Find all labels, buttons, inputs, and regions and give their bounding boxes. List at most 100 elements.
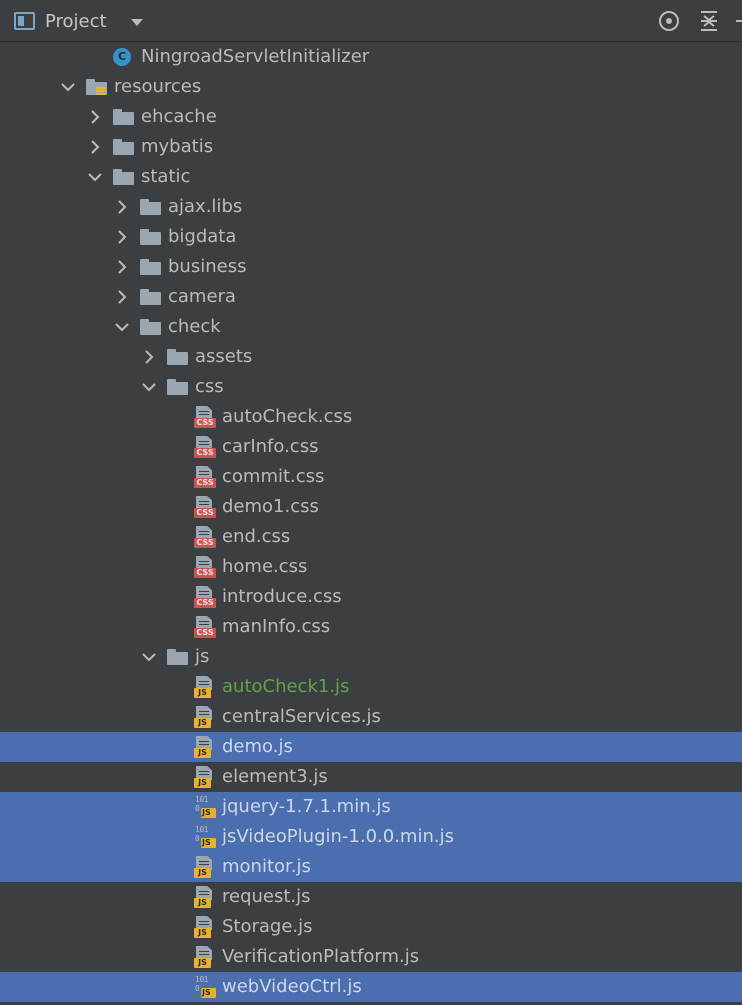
tree-item-label: NingroadServletInitializer — [141, 46, 370, 67]
folder-icon — [140, 199, 161, 215]
options-menu-icon[interactable] — [734, 9, 742, 33]
tree-row[interactable]: JS centralServices.js — [0, 702, 742, 732]
tree-item-label: home.css — [222, 556, 308, 577]
chevron-down-icon[interactable] — [141, 379, 157, 395]
project-view-selector[interactable]: Project — [14, 9, 143, 33]
tree-row[interactable]: CSS demo1.css — [0, 492, 742, 522]
folder-icon — [167, 349, 188, 365]
tree-item-label: demo.js — [222, 736, 293, 757]
tree-row[interactable]: CSS introduce.css — [0, 582, 742, 612]
tree-row[interactable]: JS VerificationPlatform.js — [0, 942, 742, 972]
tree-row[interactable]: static — [0, 162, 742, 192]
tree-row[interactable]: business — [0, 252, 742, 282]
folder-icon — [113, 169, 134, 185]
css-file-icon: CSS — [194, 496, 216, 518]
tree-row[interactable]: mybatis — [0, 132, 742, 162]
tree-row[interactable]: assets — [0, 342, 742, 372]
folder-icon — [167, 379, 188, 395]
tree-row[interactable]: CSS manInfo.css — [0, 612, 742, 642]
tree-item-label: mybatis — [141, 136, 214, 157]
tree-row[interactable]: js — [0, 642, 742, 672]
tree-item-label: manInfo.css — [222, 616, 331, 637]
tree-item-label: resources — [114, 76, 202, 97]
tree-item-label: end.css — [222, 526, 291, 547]
tree-row[interactable]: CSS end.css — [0, 522, 742, 552]
tree-item-label: bigdata — [168, 226, 237, 247]
java-class-icon: C — [113, 48, 131, 66]
js-file-icon: JS — [194, 676, 216, 698]
tree-row[interactable]: ehcache — [0, 102, 742, 132]
tree-row[interactable]: JS demo.js — [0, 732, 742, 762]
tool-window-title: Project — [45, 10, 107, 32]
tree-item-label: check — [168, 316, 221, 337]
js-file-icon: JS — [194, 946, 216, 968]
tree-row[interactable]: CSS home.css — [0, 552, 742, 582]
tree-row[interactable]: css — [0, 372, 742, 402]
tree-item-label: assets — [195, 346, 253, 367]
css-file-icon: CSS — [194, 466, 216, 488]
tree-row[interactable]: resources — [0, 72, 742, 102]
tree-row[interactable]: CSS autoCheck.css — [0, 402, 742, 432]
minified-js-file-icon: 101 0 JS — [194, 826, 216, 848]
tree-row[interactable]: JS element3.js — [0, 762, 742, 792]
tree-row[interactable]: CSS commit.css — [0, 462, 742, 492]
tree-item-label: jquery-1.7.1.min.js — [222, 796, 391, 817]
tree-item-label: jsVideoPlugin-1.0.0.min.js — [222, 826, 454, 847]
chevron-down-icon[interactable] — [87, 169, 103, 185]
tree-row[interactable]: 101 0 JS jsVideoPlugin-1.0.0.min.js — [0, 822, 742, 852]
tree-item-label: centralServices.js — [222, 706, 381, 727]
tree-row[interactable]: JS request.js — [0, 882, 742, 912]
chevron-down-icon[interactable] — [60, 79, 76, 95]
folder-icon — [167, 649, 188, 665]
tree-row[interactable]: JS Storage.js — [0, 912, 742, 942]
folder-icon — [140, 259, 161, 275]
project-tool-window-header: Project — [0, 0, 742, 42]
tree-row[interactable]: 101 0 JS webVideoCtrl.js — [0, 972, 742, 1002]
tree-row[interactable]: bigdata — [0, 222, 742, 252]
css-file-icon: CSS — [194, 616, 216, 638]
tree-item-label: ehcache — [141, 106, 217, 127]
tree-item-label: VerificationPlatform.js — [222, 946, 420, 967]
folder-icon — [140, 319, 161, 335]
tree-item-label: autoCheck1.js — [222, 676, 350, 697]
css-file-icon: CSS — [194, 526, 216, 548]
tree-item-label: request.js — [222, 886, 311, 907]
tree-row[interactable]: 101 0 JS jquery-1.7.1.min.js — [0, 792, 742, 822]
tree-item-label: demo1.css — [222, 496, 319, 517]
tree-item-label: camera — [168, 286, 236, 307]
chevron-down-icon[interactable] — [141, 649, 157, 665]
chevron-right-icon[interactable] — [87, 109, 103, 125]
tree-item-label: ajax.libs — [168, 196, 243, 217]
tree-row[interactable]: JS monitor.js — [0, 852, 742, 882]
chevron-right-icon[interactable] — [114, 229, 130, 245]
project-tree[interactable]: C NingroadServletInitializer resources ehca… — [0, 42, 742, 1005]
js-file-icon: JS — [194, 736, 216, 758]
css-file-icon: CSS — [194, 436, 216, 458]
project-icon — [14, 12, 35, 30]
css-file-icon: CSS — [194, 556, 216, 578]
js-file-icon: JS — [194, 886, 216, 908]
tree-item-label: commit.css — [222, 466, 325, 487]
chevron-right-icon[interactable] — [114, 199, 130, 215]
chevron-right-icon[interactable] — [114, 289, 130, 305]
tree-row[interactable]: ajax.libs — [0, 192, 742, 222]
tree-item-label: business — [168, 256, 247, 277]
chevron-right-icon[interactable] — [141, 349, 157, 365]
chevron-down-icon[interactable] — [114, 319, 130, 335]
tree-item-label: Storage.js — [222, 916, 313, 937]
target-icon[interactable] — [657, 9, 681, 33]
chevron-down-icon[interactable] — [130, 18, 143, 26]
chevron-right-icon[interactable] — [87, 139, 103, 155]
collapse-all-icon[interactable] — [697, 9, 721, 33]
js-file-icon: JS — [194, 706, 216, 728]
tree-row[interactable]: check — [0, 312, 742, 342]
minified-js-file-icon: 101 0 JS — [194, 796, 216, 818]
chevron-right-icon[interactable] — [114, 259, 130, 275]
tree-row[interactable]: camera — [0, 282, 742, 312]
tree-row[interactable]: C NingroadServletInitializer — [0, 42, 742, 72]
folder-icon — [140, 229, 161, 245]
resources-folder-icon — [86, 79, 107, 96]
tree-item-label: introduce.css — [222, 586, 342, 607]
tree-row[interactable]: CSS carInfo.css — [0, 432, 742, 462]
tree-row[interactable]: JS autoCheck1.js — [0, 672, 742, 702]
